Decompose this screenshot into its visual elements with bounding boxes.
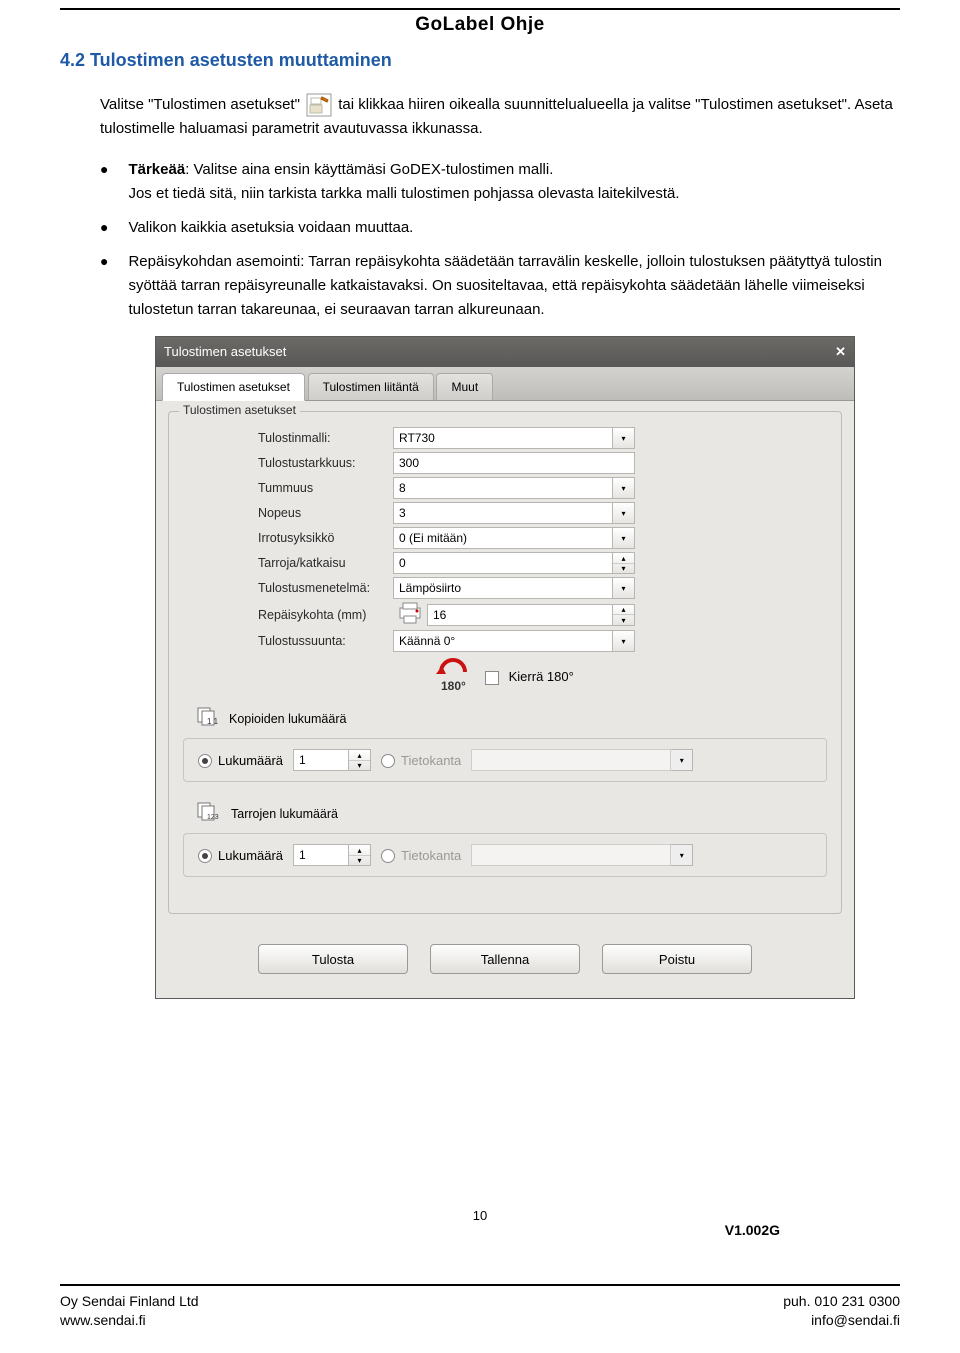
version: V1.002G [725, 1222, 780, 1238]
labels-db-combo [471, 844, 671, 866]
stripper-label: Irrotusyksikkö [183, 531, 393, 545]
dialog-title: Tulostimen asetukset [164, 337, 286, 367]
chevron-down-icon[interactable]: ▾ [613, 527, 635, 549]
close-icon[interactable]: ✕ [835, 337, 846, 367]
stripper-input[interactable] [393, 527, 613, 549]
printer-icon [393, 602, 427, 627]
bullet-marker-icon: ● [100, 250, 108, 322]
bullet-text: Repäisykohdan asemointi: Tarran repäisyk… [128, 250, 900, 322]
section-heading: 4.2 Tulostimen asetusten muuttaminen [60, 50, 900, 71]
labels-qty-input[interactable] [293, 844, 349, 866]
spinner-icon[interactable]: ▴▾ [349, 749, 371, 771]
copies-qty-input[interactable] [293, 749, 349, 771]
footer-email: info@sendai.fi [783, 1311, 900, 1331]
labels-qty-label: Lukumäärä [218, 848, 283, 863]
copies-db-radio[interactable] [381, 754, 395, 768]
footer-website: www.sendai.fi [60, 1311, 199, 1331]
bullet-item: ● Repäisykohdan asemointi: Tarran repäis… [100, 250, 900, 322]
intro-paragraph: Valitse "Tulostimen asetukset" tai klikk… [100, 93, 900, 140]
chevron-down-icon[interactable]: ▾ [613, 477, 635, 499]
fieldset-legend: Tulostimen asetukset [179, 403, 300, 417]
page-number: 10 [0, 1208, 960, 1223]
bullet-marker-icon: ● [100, 158, 108, 206]
copies-qty-label: Lukumäärä [218, 753, 283, 768]
speed-label: Nopeus [183, 506, 393, 520]
copies-group-title: 1 1 Kopioiden lukumäärä [197, 707, 827, 730]
tab-other[interactable]: Muut [436, 373, 493, 400]
labels-group-title: 123 Tarrojen lukumäärä [197, 802, 827, 825]
print-button[interactable]: Tulosta [258, 944, 408, 974]
footer-phone: puh. 010 231 0300 [783, 1292, 900, 1312]
footer: Oy Sendai Finland Ltd www.sendai.fi puh.… [60, 1284, 900, 1331]
labels-subgroup: Lukumäärä ▴▾ Tietokanta ▾ [183, 833, 827, 877]
labels-cut-input[interactable] [393, 552, 613, 574]
svg-text:180°: 180° [441, 679, 466, 692]
footer-company: Oy Sendai Finland Ltd [60, 1292, 199, 1312]
printer-settings-dialog: Tulostimen asetukset ✕ Tulostimen asetuk… [155, 336, 855, 999]
resolution-label: Tulostustarkkuus: [183, 456, 393, 470]
resolution-input[interactable] [393, 452, 635, 474]
chevron-down-icon: ▾ [671, 844, 693, 866]
copies-db-combo [471, 749, 671, 771]
labels-db-radio[interactable] [381, 849, 395, 863]
chevron-down-icon[interactable]: ▾ [613, 630, 635, 652]
chevron-down-icon[interactable]: ▾ [613, 577, 635, 599]
tear-input[interactable] [427, 604, 613, 626]
exit-button[interactable]: Poistu [602, 944, 752, 974]
labels-qty-radio[interactable] [198, 849, 212, 863]
model-label: Tulostinmalli: [183, 431, 393, 445]
tear-label: Repäisykohta (mm) [183, 608, 393, 622]
model-input[interactable] [393, 427, 613, 449]
copies-qty-radio[interactable] [198, 754, 212, 768]
dialog-tabbar: Tulostimen asetukset Tulostimen liitäntä… [156, 367, 854, 401]
labels-icon: 123 [197, 802, 225, 825]
printer-settings-icon [306, 93, 332, 117]
method-input[interactable] [393, 577, 613, 599]
method-label: Tulostusmenetelmä: [183, 581, 393, 595]
bullet-item: ● Valikon kaikkia asetuksia voidaan muut… [100, 216, 900, 240]
dialog-titlebar: Tulostimen asetukset ✕ [156, 337, 854, 367]
intro-text-1: Valitse "Tulostimen asetukset" [100, 96, 300, 113]
tab-printer-connection[interactable]: Tulostimen liitäntä [308, 373, 434, 400]
darkness-label: Tummuus [183, 481, 393, 495]
doc-title: GoLabel Ohje [0, 14, 960, 36]
chevron-down-icon[interactable]: ▾ [613, 502, 635, 524]
svg-text:123: 123 [207, 814, 219, 821]
labels-db-label: Tietokanta [401, 848, 461, 863]
copies-db-label: Tietokanta [401, 753, 461, 768]
copies-subgroup: Lukumäärä ▴▾ Tietokanta ▾ [183, 738, 827, 782]
svg-text:1 1: 1 1 [207, 717, 219, 726]
spinner-icon[interactable]: ▴▾ [613, 552, 635, 574]
rotate-180-icon: 180° [433, 658, 473, 695]
spinner-icon[interactable]: ▴▾ [349, 844, 371, 866]
bullet-marker-icon: ● [100, 216, 108, 240]
direction-input[interactable] [393, 630, 613, 652]
save-button[interactable]: Tallenna [430, 944, 580, 974]
copies-icon: 1 1 [197, 707, 223, 730]
tab-printer-settings[interactable]: Tulostimen asetukset [162, 373, 305, 401]
rotate-label: Kierrä 180° [509, 669, 574, 684]
chevron-down-icon: ▾ [671, 749, 693, 771]
bullet-item: ● Tärkeää: Valitse aina ensin käyttämäsi… [100, 158, 900, 206]
darkness-input[interactable] [393, 477, 613, 499]
bullet-text: Valikon kaikkia asetuksia voidaan muutta… [128, 216, 900, 240]
speed-input[interactable] [393, 502, 613, 524]
rotate-checkbox[interactable] [485, 671, 499, 685]
direction-label: Tulostussuunta: [183, 634, 393, 648]
bullet-bold: Tärkeää [128, 161, 185, 178]
bullet-subtext: Jos et tiedä sitä, niin tarkista tarkka … [128, 185, 679, 202]
bullet-text: : Valitse aina ensin käyttämäsi GoDEX-tu… [185, 161, 553, 178]
chevron-down-icon[interactable]: ▾ [613, 427, 635, 449]
spinner-icon[interactable]: ▴▾ [613, 604, 635, 626]
labels-cut-label: Tarroja/katkaisu [183, 556, 393, 570]
